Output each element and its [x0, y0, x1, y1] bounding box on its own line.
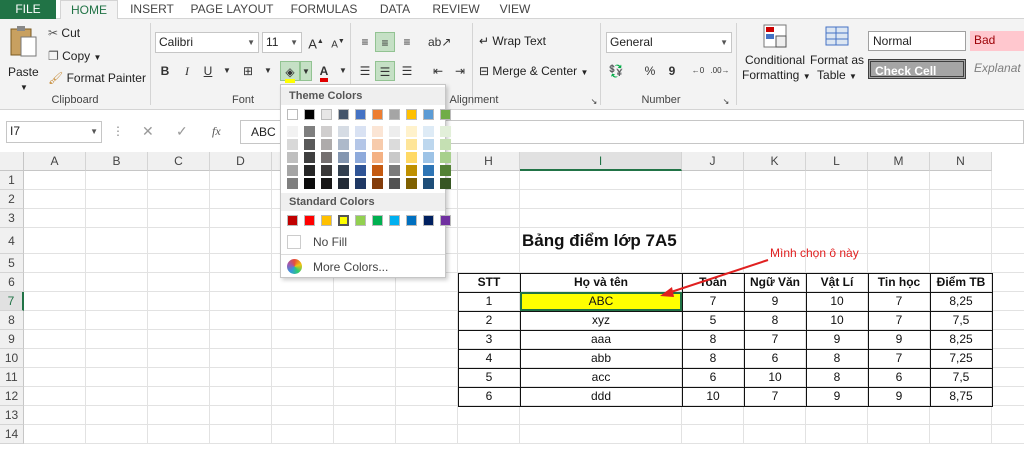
color-swatch[interactable]	[321, 178, 332, 189]
color-swatch[interactable]	[372, 215, 383, 226]
color-swatch[interactable]	[423, 109, 434, 120]
color-swatch[interactable]	[338, 165, 349, 176]
color-swatch[interactable]	[287, 178, 298, 189]
color-swatch[interactable]	[406, 152, 417, 163]
color-swatch[interactable]	[287, 215, 298, 226]
color-swatch[interactable]	[423, 165, 434, 176]
color-swatch[interactable]	[389, 165, 400, 176]
color-swatch[interactable]	[304, 126, 315, 137]
fill-color-menu: Theme Colors Standard Colors No Fill Mor…	[280, 84, 451, 278]
color-swatch[interactable]	[321, 109, 332, 120]
color-swatch[interactable]	[423, 152, 434, 163]
more-colors-label: More Colors...	[313, 260, 389, 274]
color-swatch[interactable]	[355, 109, 366, 120]
color-swatch[interactable]	[287, 139, 298, 150]
color-swatch[interactable]	[423, 139, 434, 150]
color-swatch[interactable]	[355, 152, 366, 163]
color-swatch[interactable]	[355, 215, 366, 226]
color-swatch[interactable]	[389, 215, 400, 226]
color-swatch[interactable]	[304, 139, 315, 150]
color-swatch[interactable]	[338, 109, 349, 120]
color-swatch[interactable]	[321, 215, 332, 226]
color-swatch[interactable]	[406, 165, 417, 176]
color-swatch[interactable]	[389, 126, 400, 137]
color-swatch[interactable]	[440, 165, 451, 176]
no-fill-option[interactable]: No Fill	[285, 232, 441, 252]
color-swatch[interactable]	[321, 165, 332, 176]
color-swatch[interactable]	[355, 139, 366, 150]
color-swatch[interactable]	[287, 165, 298, 176]
color-swatch[interactable]	[321, 126, 332, 137]
color-swatch[interactable]	[406, 126, 417, 137]
color-swatch[interactable]	[372, 178, 383, 189]
divider	[281, 254, 445, 255]
color-swatch[interactable]	[338, 152, 349, 163]
no-fill-icon	[287, 235, 301, 249]
color-swatch[interactable]	[406, 109, 417, 120]
color-swatch[interactable]	[338, 178, 349, 189]
color-swatch[interactable]	[338, 139, 349, 150]
color-swatch[interactable]	[304, 152, 315, 163]
color-swatch[interactable]	[304, 178, 315, 189]
color-swatch[interactable]	[338, 215, 349, 226]
color-swatch[interactable]	[440, 215, 451, 226]
color-swatch[interactable]	[440, 178, 451, 189]
color-swatch[interactable]	[423, 178, 434, 189]
theme-colors-header: Theme Colors	[281, 87, 445, 105]
color-swatch[interactable]	[372, 152, 383, 163]
more-colors-option[interactable]: More Colors...	[285, 257, 441, 277]
color-swatch[interactable]	[423, 215, 434, 226]
standard-colors-header: Standard Colors	[281, 193, 445, 211]
color-swatch[interactable]	[355, 178, 366, 189]
color-swatch[interactable]	[406, 178, 417, 189]
color-swatch[interactable]	[287, 109, 298, 120]
color-swatch[interactable]	[355, 165, 366, 176]
color-swatch[interactable]	[287, 152, 298, 163]
no-fill-label: No Fill	[313, 235, 348, 249]
color-swatch[interactable]	[389, 178, 400, 189]
color-swatch[interactable]	[389, 139, 400, 150]
color-swatch[interactable]	[304, 109, 315, 120]
color-wheel-icon	[287, 259, 302, 274]
color-swatch[interactable]	[440, 152, 451, 163]
color-swatch[interactable]	[440, 139, 451, 150]
color-swatch[interactable]	[406, 215, 417, 226]
color-swatch[interactable]	[304, 165, 315, 176]
color-swatch[interactable]	[372, 139, 383, 150]
color-swatch[interactable]	[321, 139, 332, 150]
color-swatch[interactable]	[338, 126, 349, 137]
color-swatch[interactable]	[287, 126, 298, 137]
color-swatch[interactable]	[406, 139, 417, 150]
color-swatch[interactable]	[372, 165, 383, 176]
color-swatch[interactable]	[372, 109, 383, 120]
color-swatch[interactable]	[440, 109, 451, 120]
color-swatch[interactable]	[304, 215, 315, 226]
color-swatch[interactable]	[389, 109, 400, 120]
color-swatch[interactable]	[372, 126, 383, 137]
annotation-arrow-icon	[660, 259, 769, 297]
color-swatch[interactable]	[321, 152, 332, 163]
color-swatch[interactable]	[389, 152, 400, 163]
color-swatch[interactable]	[423, 126, 434, 137]
color-swatch[interactable]	[355, 126, 366, 137]
color-swatch[interactable]	[440, 126, 451, 137]
